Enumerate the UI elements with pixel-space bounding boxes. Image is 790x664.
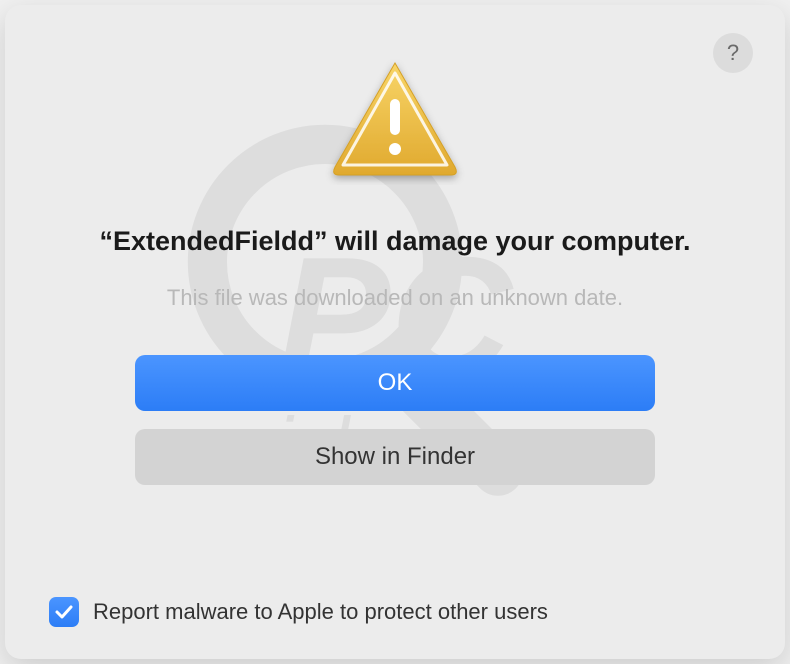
- app-name-text: ExtendedFieldd: [113, 226, 314, 256]
- button-group: OK Show in Finder: [135, 355, 655, 485]
- help-icon: ?: [727, 40, 739, 66]
- help-button[interactable]: ?: [713, 33, 753, 73]
- ok-button[interactable]: OK: [135, 355, 655, 411]
- checkmark-icon: [54, 602, 74, 622]
- report-checkbox-label: Report malware to Apple to protect other…: [93, 599, 548, 625]
- dialog-subtitle: This file was downloaded on an unknown d…: [167, 285, 623, 311]
- warning-icon: [325, 55, 465, 185]
- show-in-finder-button[interactable]: Show in Finder: [135, 429, 655, 485]
- show-in-finder-label: Show in Finder: [315, 443, 475, 471]
- malware-warning-dialog: PC risk.com ? “ExtendedFieldd” will dam: [5, 5, 785, 659]
- title-suffix: ” will damage your computer.: [314, 226, 691, 256]
- ok-button-label: OK: [378, 369, 413, 397]
- title-quote-open: “: [99, 226, 113, 256]
- report-malware-checkbox[interactable]: [49, 597, 79, 627]
- dialog-title: “ExtendedFieldd” will damage your comput…: [99, 223, 690, 259]
- report-checkbox-row: Report malware to Apple to protect other…: [49, 597, 548, 627]
